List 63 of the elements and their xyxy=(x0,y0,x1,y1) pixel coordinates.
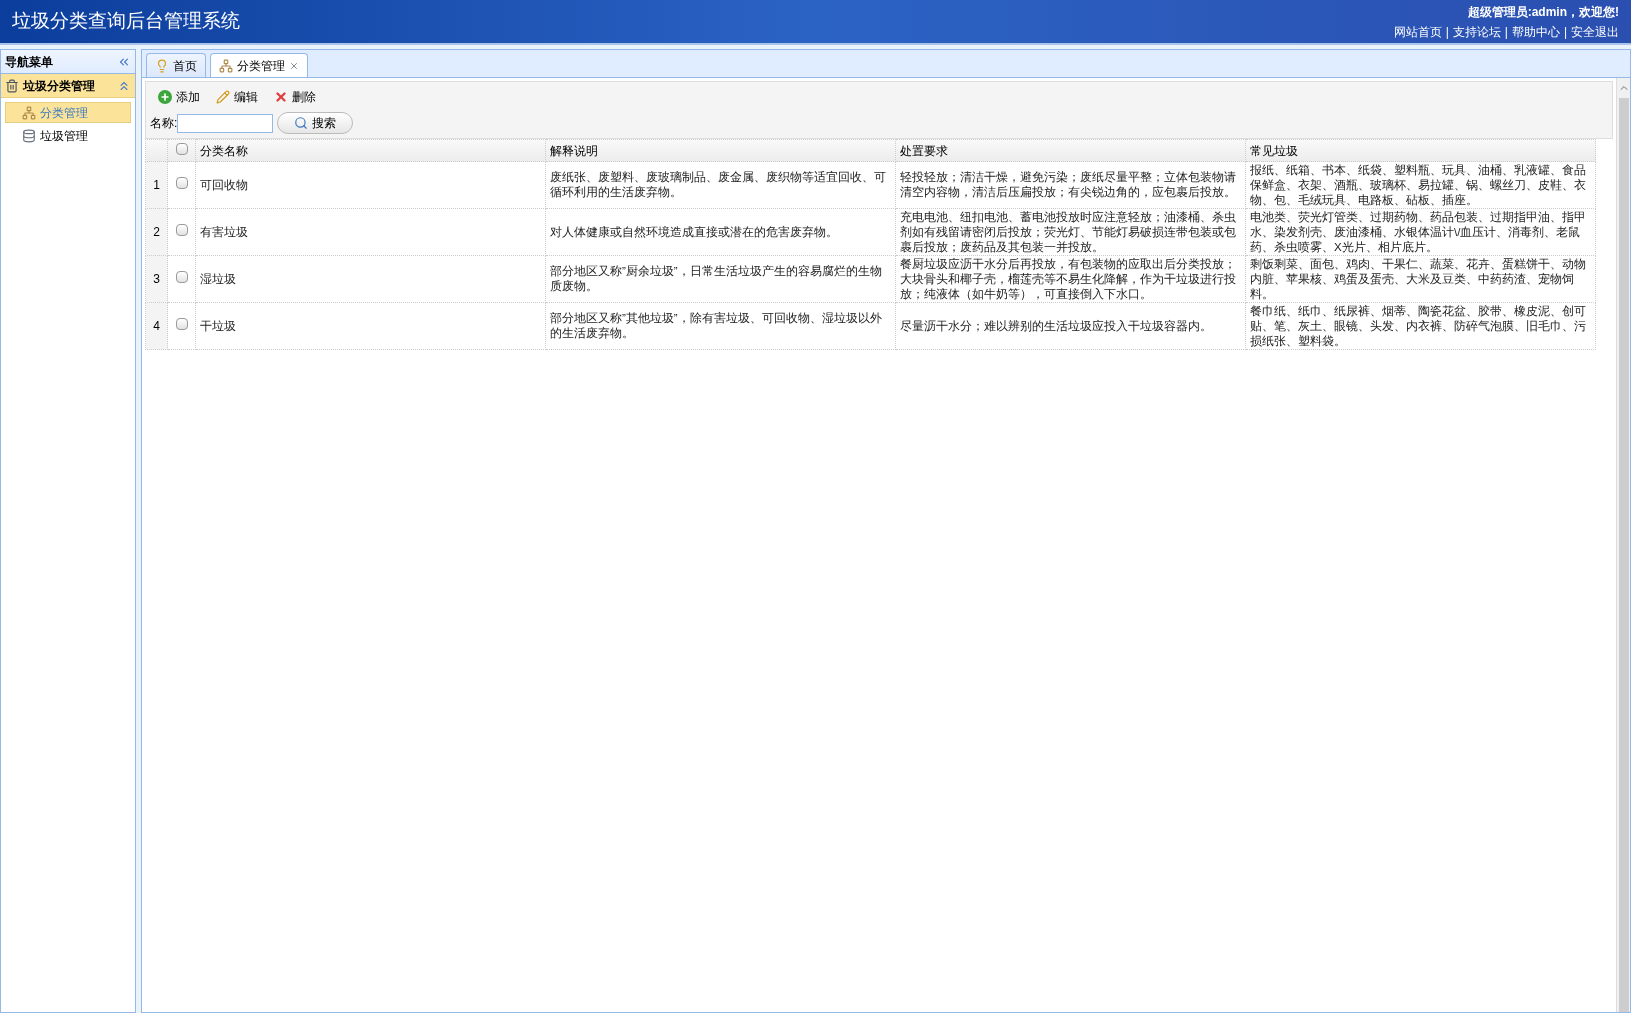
user-greeting: 超级管理员:admin，欢迎您! xyxy=(1467,3,1619,21)
table-cell: 部分地区又称”厨余垃圾”，日常生活垃圾产生的容易腐烂的生物质废物。 xyxy=(545,255,896,303)
table-cell: 轻投轻放；清洁干燥，避免污染；废纸尽量平整；立体包装物请清空内容物，清洁后压扁投放；有尖锐边角的，应包裹后投放。 xyxy=(895,161,1246,209)
sitemap-icon xyxy=(22,105,36,120)
trash-icon xyxy=(5,78,19,93)
row-number: 4 xyxy=(145,302,168,350)
header-link[interactable]: 网站首页 xyxy=(1393,22,1442,41)
table-cell: 餐厨垃圾应沥干水分后再投放，有包装物的应取出后分类投放；大块骨头和椰子壳，榴莲壳等不易生化降解，作为干垃圾进行投放；纯液体（如牛奶等），可直接倒入下水口。 xyxy=(895,255,1246,303)
sitemap-icon xyxy=(219,58,233,73)
lightbulb-icon xyxy=(155,58,169,73)
checkbox[interactable] xyxy=(175,271,188,283)
close-icon[interactable] xyxy=(289,60,299,71)
search-icon xyxy=(294,116,309,130)
checkbox[interactable] xyxy=(175,224,188,236)
column-header[interactable]: 解释说明 xyxy=(545,139,896,162)
row-number: 3 xyxy=(145,255,168,303)
add-icon xyxy=(158,90,172,104)
checkbox[interactable] xyxy=(175,318,188,330)
table-cell: 充电电池、纽扣电池、蓄电池投放时应注意轻放；油漆桶、杀虫剂如有残留请密闭后投放；荧光灯、节能灯易破损连带包装或包裹后投放；废药品及其包装一并投放。 xyxy=(895,208,1246,256)
row-number: 1 xyxy=(145,161,168,209)
table-cell: 电池类、荧光灯管类、过期药物、药品包装、过期指甲油、指甲水、染发剂壳、废油漆桶、水银体温计\/血压计、消毒剂、老鼠药、杀虫喷雾、X光片、相片底片。 xyxy=(1245,208,1596,256)
table-cell: 湿垃圾 xyxy=(195,255,546,303)
scrollbar[interactable] xyxy=(1616,78,1630,1012)
table-cell: 报纸、纸箱、书本、纸袋、塑料瓶、玩具、油桶、乳液罐、食品保鲜盒、衣架、酒瓶、玻璃杯、易拉罐、锅、螺丝刀、皮鞋、衣物、包、毛绒玩具、电路板、砧板、插座。 xyxy=(1245,161,1596,209)
tab[interactable]: 首页 xyxy=(146,53,206,77)
menu-item[interactable]: 垃圾管理 xyxy=(5,125,131,146)
row-number: 2 xyxy=(145,208,168,256)
table-cell: 对人体健康或自然环境造成直接或潜在的危害废弃物。 xyxy=(545,208,896,256)
tab[interactable]: 分类管理 xyxy=(210,53,308,77)
pencil-icon xyxy=(216,90,230,104)
link-separator: | xyxy=(1445,23,1449,41)
column-header[interactable]: 处置要求 xyxy=(895,139,1246,162)
scroll-thumb[interactable] xyxy=(1618,98,1629,1012)
table-cell: 部分地区又称”其他垃圾”，除有害垃圾、可回收物、湿垃圾以外的生活废弃物。 xyxy=(545,302,896,350)
column-header[interactable]: 常见垃圾 xyxy=(1245,139,1596,162)
link-separator: | xyxy=(1563,23,1567,41)
table-cell: 剩饭剩菜、面包、鸡肉、干果仁、蔬菜、花卉、蛋糕饼干、动物内脏、苹果核、鸡蛋及蛋壳、大米及豆类、中药药渣、宠物饲料。 xyxy=(1245,255,1596,303)
menu-group[interactable]: 垃圾分类管理 xyxy=(1,74,135,98)
header-link[interactable]: 支持论坛 xyxy=(1452,22,1501,41)
toolbar-button[interactable]: 编辑 xyxy=(212,86,262,108)
table-cell: 可回收物 xyxy=(195,161,546,209)
search-button[interactable]: 搜索 xyxy=(277,112,354,134)
checkbox[interactable] xyxy=(175,177,188,189)
search-label: 名称: xyxy=(150,115,178,132)
menu-item[interactable]: 分类管理 xyxy=(5,102,131,123)
search-field[interactable] xyxy=(177,113,274,133)
link-separator: | xyxy=(1504,23,1508,41)
app-title: 垃圾分类查询后台管理系统 xyxy=(12,9,240,34)
table-cell: 餐巾纸、纸巾、纸尿裤、烟蒂、陶瓷花盆、胶带、橡皮泥、创可贴、笔、灰土、眼镜、头发、内衣裤、防碎气泡膜、旧毛巾、污损纸张、塑料袋。 xyxy=(1245,302,1596,350)
sidebar-title: 导航菜单 xyxy=(5,53,53,71)
group-label: 垃圾分类管理 xyxy=(23,77,95,95)
table-cell: 尽量沥干水分；难以辨别的生活垃圾应投入干垃圾容器内。 xyxy=(895,302,1246,350)
table-cell: 废纸张、废塑料、废玻璃制品、废金属、废织物等适宜回收、可循环利用的生活废弃物。 xyxy=(545,161,896,209)
header-link[interactable]: 帮助中心 xyxy=(1511,22,1560,41)
checkbox[interactable] xyxy=(175,142,188,155)
delete-icon xyxy=(274,90,288,104)
table-cell: 有害垃圾 xyxy=(195,208,546,256)
table-cell: 干垃圾 xyxy=(195,302,546,350)
cylinder-icon xyxy=(22,128,36,143)
toolbar-button[interactable]: 添加 xyxy=(154,86,204,108)
column-header[interactable]: 分类名称 xyxy=(195,139,546,162)
header-link[interactable]: 安全退出 xyxy=(1571,22,1619,41)
toolbar-button[interactable]: 删除 xyxy=(270,86,320,108)
